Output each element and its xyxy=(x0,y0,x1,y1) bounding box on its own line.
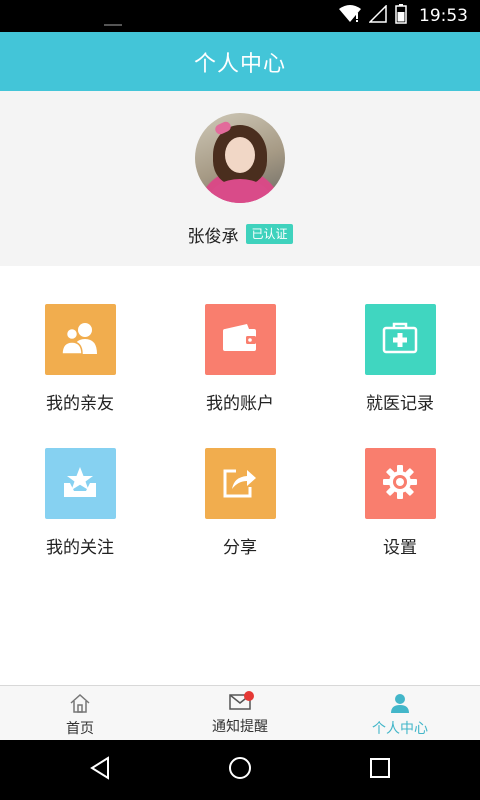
status-time: 19:53 xyxy=(419,6,468,26)
menu-label-settings: 设置 xyxy=(383,538,417,558)
menu-label-medical-records: 就医记录 xyxy=(366,394,434,414)
notification-dot xyxy=(244,691,254,701)
title-bar: 个人中心 xyxy=(0,32,480,91)
bottom-nav: 首页 通知提醒 个人中心 xyxy=(0,685,480,740)
settings-tile[interactable] xyxy=(364,448,436,519)
battery-icon xyxy=(395,4,407,28)
wifi-icon xyxy=(339,5,361,27)
wallet-icon xyxy=(221,323,259,357)
menu-item-settings[interactable]: 设置 xyxy=(320,448,480,578)
tab-profile-label: 个人中心 xyxy=(372,721,428,737)
menu-item-friends[interactable]: 我的亲友 xyxy=(0,304,160,434)
tab-home-label: 首页 xyxy=(66,721,94,737)
verified-badge: 已认证 xyxy=(246,224,293,244)
home-circle-icon xyxy=(228,756,252,784)
menu-item-account[interactable]: 我的账户 xyxy=(160,304,320,434)
menu-label-friends: 我的亲友 xyxy=(46,394,114,414)
system-nav-bar xyxy=(0,740,480,800)
tab-profile[interactable]: 个人中心 xyxy=(320,686,480,741)
star-tray-icon xyxy=(62,465,98,503)
back-button[interactable] xyxy=(60,740,140,800)
medical-records-tile[interactable] xyxy=(364,304,436,375)
tab-notifications[interactable]: 通知提醒 xyxy=(160,686,320,741)
menu-item-share[interactable]: 分享 xyxy=(160,448,320,578)
share-icon xyxy=(222,465,258,503)
profile-section: 张俊承 已认证 xyxy=(0,91,480,266)
account-tile[interactable] xyxy=(204,304,276,375)
home-icon xyxy=(69,693,91,717)
status-icons: 19:53 xyxy=(339,0,468,32)
user-name: 张俊承 xyxy=(187,226,239,247)
tab-notifications-label: 通知提醒 xyxy=(212,719,268,735)
status-indicator-line xyxy=(104,24,122,26)
avatar[interactable] xyxy=(195,113,285,203)
page-title: 个人中心 xyxy=(193,51,286,77)
friends-tile[interactable] xyxy=(44,304,116,375)
menu-item-medical-records[interactable]: 就医记录 xyxy=(320,304,480,434)
tab-home[interactable]: 首页 xyxy=(0,686,160,741)
menu-label-account: 我的账户 xyxy=(206,394,274,414)
menu-item-following[interactable]: 我的关注 xyxy=(0,448,160,578)
medical-kit-icon xyxy=(382,322,418,358)
following-tile[interactable] xyxy=(44,448,116,519)
gear-icon xyxy=(382,464,418,504)
person-icon xyxy=(389,693,411,717)
user-line: 张俊承 已认证 xyxy=(0,221,480,247)
recents-button[interactable] xyxy=(340,740,420,800)
cell-signal-icon xyxy=(368,4,387,27)
friends-icon xyxy=(60,321,100,359)
avatar-shirt xyxy=(209,179,271,203)
avatar-face xyxy=(225,137,255,173)
home-button[interactable] xyxy=(200,740,280,800)
recents-icon xyxy=(369,757,391,783)
share-tile[interactable] xyxy=(204,448,276,519)
menu-label-following: 我的关注 xyxy=(46,538,114,558)
status-bar: 19:53 xyxy=(0,0,480,32)
back-icon xyxy=(89,756,111,784)
menu-label-share: 分享 xyxy=(223,538,257,558)
